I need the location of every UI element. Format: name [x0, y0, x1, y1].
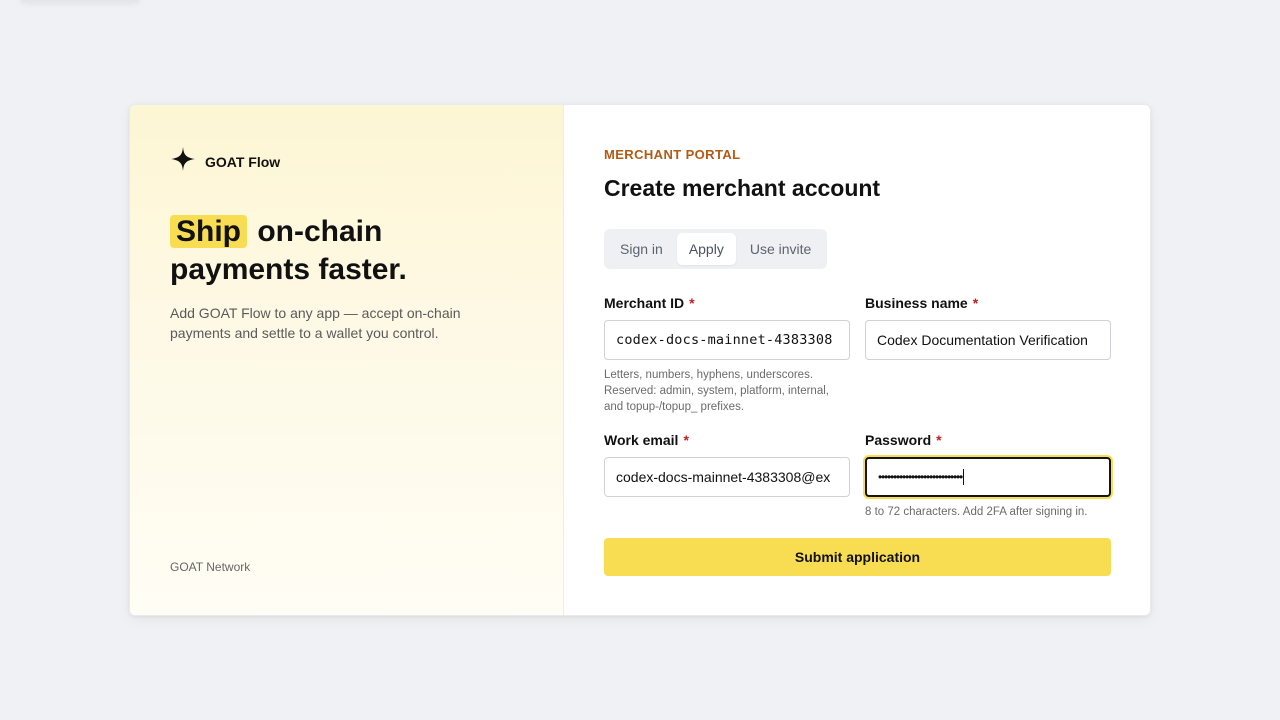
form-panel: MERCHANT PORTAL Create merchant account … [564, 105, 1150, 615]
text-caret [963, 469, 965, 485]
password-hint: 8 to 72 characters. Add 2FA after signin… [865, 506, 1088, 518]
tab-sign-in[interactable]: Sign in [608, 233, 675, 265]
auth-card: GOAT Flow Ship on-chain payments faster.… [129, 104, 1151, 616]
background-decoration [20, 0, 140, 2]
password-input[interactable]: •••••••••••••••••••••••••••• [865, 457, 1111, 497]
password-label: Password [865, 432, 932, 448]
hero-panel: GOAT Flow Ship on-chain payments faster.… [130, 105, 564, 615]
required-mark: * [972, 295, 979, 311]
work-email-label: Work email [604, 432, 679, 448]
portal-eyebrow: MERCHANT PORTAL [604, 147, 741, 162]
hero-headline: Ship on-chain payments faster. [170, 213, 530, 289]
merchant-id-label: Merchant ID [604, 295, 685, 311]
headline-line-2: payments faster. [170, 253, 407, 286]
required-mark: * [683, 432, 689, 448]
work-email-value: codex-docs-mainnet-4383308@ex [616, 469, 831, 485]
password-field: Password * •••••••••••••••••••••••••••• 8… [865, 432, 1111, 520]
merchant-id-input[interactable]: codex-docs-mainnet-4383308 [604, 320, 850, 360]
footer-network: GOAT Network [170, 560, 251, 574]
tab-apply[interactable]: Apply [676, 233, 736, 265]
submit-application-button[interactable]: Submit application [604, 538, 1111, 576]
brand: GOAT Flow [170, 146, 280, 177]
required-mark: * [689, 295, 695, 311]
headline-highlight: Ship [170, 215, 247, 248]
tab-use-invite[interactable]: Use invite [738, 233, 823, 265]
headline-rest: on-chain [257, 215, 383, 248]
business-name-value: Codex Documentation Verification [877, 332, 1088, 348]
business-name-label: Business name [865, 295, 968, 311]
brand-name: GOAT Flow [205, 153, 281, 170]
password-masked-value: •••••••••••••••••••••••••••• [878, 470, 963, 484]
business-name-input[interactable]: Codex Documentation Verification [865, 320, 1111, 360]
merchant-id-field: Merchant ID * codex-docs-mainnet-4383308 … [604, 295, 850, 415]
auth-tabs: Sign in Apply Use invite [604, 229, 828, 269]
hero-subtext: Add GOAT Flow to any app — accept on-cha… [170, 305, 461, 341]
work-email-field: Work email * codex-docs-mainnet-4383308@e… [604, 432, 850, 497]
sparkle-star-icon [170, 146, 196, 177]
business-name-field: Business name * Codex Documentation Verif… [865, 295, 1111, 360]
required-mark: * [936, 432, 942, 448]
merchant-id-value: codex-docs-mainnet-4383308 [616, 332, 833, 348]
merchant-id-hint: Letters, numbers, hyphens, underscores. … [604, 369, 829, 413]
work-email-input[interactable]: codex-docs-mainnet-4383308@ex [604, 457, 850, 497]
page-title: Create merchant account [604, 175, 881, 201]
